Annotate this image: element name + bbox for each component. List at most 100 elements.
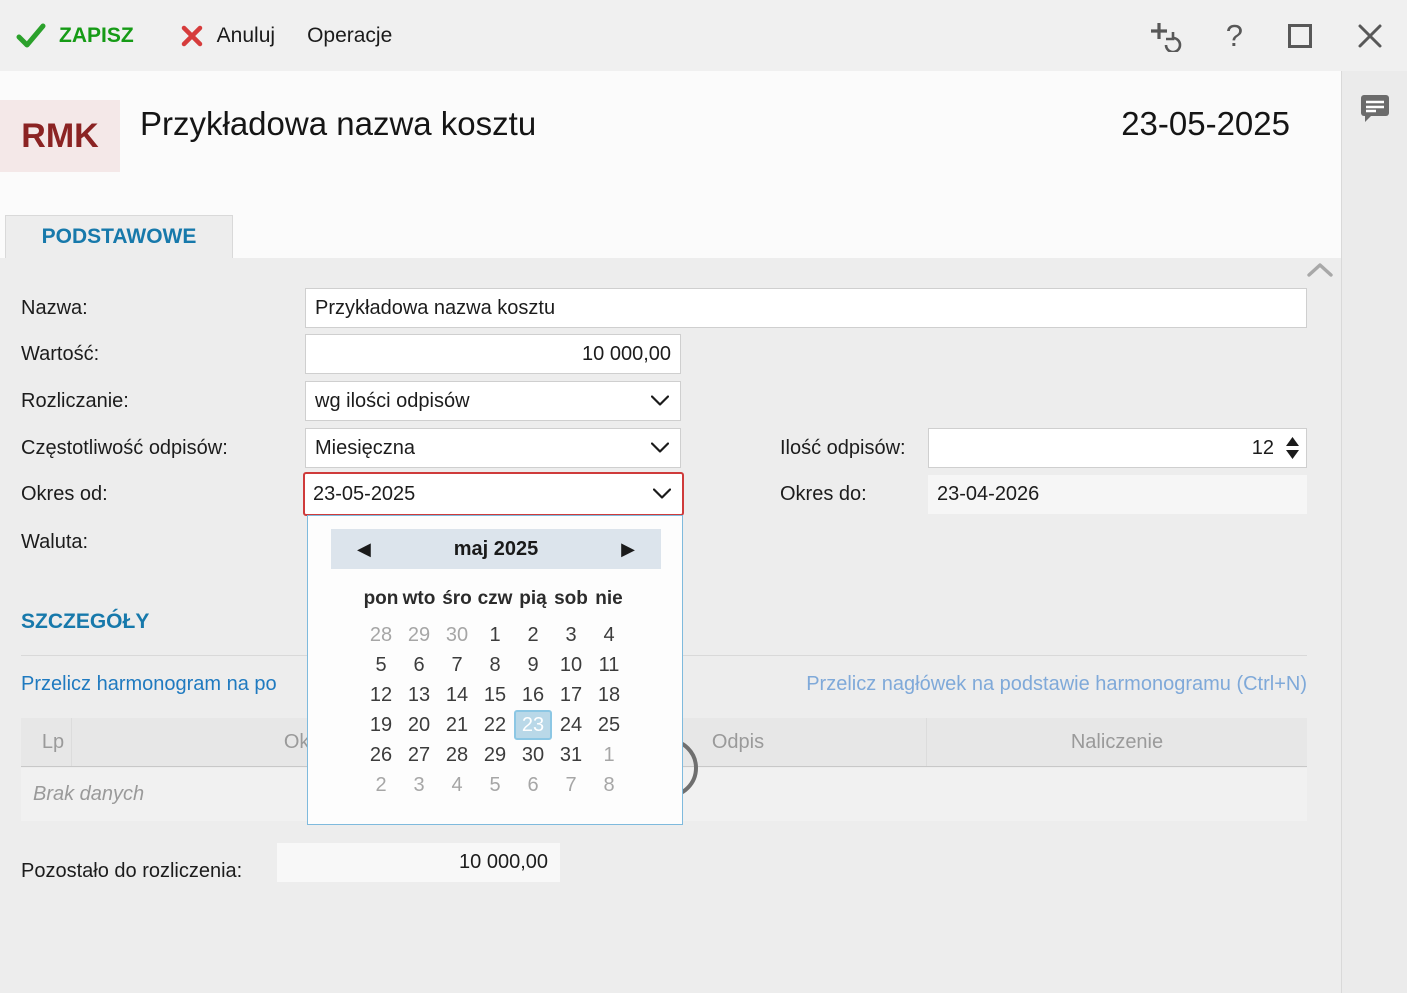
record-type-badge: RMK [0,100,120,172]
calendar-day-cell[interactable]: 30 [438,620,476,650]
calendar-day-cell[interactable]: 8 [476,650,514,680]
ilosc-odpisow-stepper[interactable]: 12 [928,428,1307,468]
maximize-icon [1288,23,1312,48]
calendar-day-cell[interactable]: 16 [514,680,552,710]
calendar-day-cell[interactable]: 30 [514,740,552,770]
calendar-day-cell[interactable]: 3 [400,770,438,800]
calendar-next-month-button[interactable]: ▶ [621,540,635,558]
calendar-day-cell[interactable]: 21 [438,710,476,740]
calendar-day-cell[interactable]: 29 [400,620,438,650]
calendar-day-cell[interactable]: 26 [362,740,400,770]
calendar-day-names: pon wto śro czw pią sob nie [362,586,628,612]
calendar-day-cell[interactable]: 6 [400,650,438,680]
calendar-day-cell[interactable]: 12 [362,680,400,710]
czestotliwosc-value: Miesięczna [315,436,416,459]
stepper-arrows[interactable] [1286,437,1299,459]
rozliczanie-label: Rozliczanie: [21,390,129,412]
nazwa-value: Przykładowa nazwa kosztu [315,296,556,319]
calendar-day-name: pią [519,588,547,609]
calendar-day-cell[interactable]: 15 [476,680,514,710]
calendar-day-cell[interactable]: 31 [552,740,590,770]
stepper-down-icon [1286,450,1299,459]
calendar-day-cell[interactable]: 28 [438,740,476,770]
plus-refresh-icon [1150,22,1182,52]
czestotliwosc-select[interactable]: Miesięczna [305,428,681,468]
details-section-heading: SZCZEGÓŁY [21,610,150,633]
calendar-grid: 28 29 30 1 2 3 4 5 6 7 8 9 10 11 12 13 14 15 16 17 18 19 20 21 2… [362,620,628,800]
recalc-schedule-link[interactable]: Przelicz harmonogram na po [21,673,277,696]
calendar-day-cell[interactable]: 23 [514,710,552,740]
calendar-day-cell[interactable]: 14 [438,680,476,710]
rmk-cost-window: ZAPISZ Anuluj Operacje ? RMK Przykładowa… [0,0,1407,993]
operations-menu-button[interactable]: Operacje [307,24,392,48]
window-buttons: ? [1148,18,1407,54]
calendar-day-cell[interactable]: 7 [552,770,590,800]
calendar-day-cell[interactable]: 5 [476,770,514,800]
save-button[interactable]: ZAPISZ [16,23,134,49]
rozliczanie-select[interactable]: wg ilości odpisów [305,381,681,421]
calendar-prev-month-button[interactable]: ◀ [357,540,371,558]
check-icon [16,23,46,49]
help-button[interactable]: ? [1226,18,1243,54]
calendar-day-name: wto [402,588,436,609]
no-data-text: Brak danych [33,783,145,805]
pozostalo-value: 10 000,00 [459,851,548,873]
calendar-day-cell[interactable]: 11 [590,650,628,680]
calendar-day-name: pon [363,588,399,609]
calendar-day-cell[interactable]: 13 [400,680,438,710]
calendar-day-cell[interactable]: 1 [590,740,628,770]
schedule-column-header: Naliczenie [1070,730,1164,753]
calendar-day-cell[interactable]: 8 [590,770,628,800]
calendar-day-cell[interactable]: 10 [552,650,590,680]
record-date: 23-05-2025 [1121,105,1290,142]
calendar-day-cell[interactable]: 25 [590,710,628,740]
comments-button[interactable] [1358,91,1392,130]
waluta-label: Waluta: [21,531,89,553]
comments-rail [1341,71,1407,993]
calendar-day-cell[interactable]: 19 [362,710,400,740]
toolbar: ZAPISZ Anuluj Operacje ? [0,0,1407,71]
calendar-day-cell[interactable]: 5 [362,650,400,680]
recalc-header-link[interactable]: Przelicz nagłówek na podstawie harmonogr… [806,673,1307,696]
calendar-day-cell[interactable]: 2 [362,770,400,800]
wartosc-input[interactable]: 10 000,00 [305,334,681,374]
schedule-column-header: Lp [21,718,72,766]
calendar-day-cell[interactable]: 20 [400,710,438,740]
wartosc-label: Wartość: [21,343,100,365]
okres-do-value: 23-04-2026 [937,483,1040,505]
calendar-day-cell[interactable]: 2 [514,620,552,650]
maximize-button[interactable] [1287,23,1313,49]
calendar-day-cell[interactable]: 9 [514,650,552,680]
chevron-down-icon [652,483,672,506]
nazwa-input[interactable]: Przykładowa nazwa kosztu [305,288,1307,328]
calendar-day-cell[interactable]: 1 [476,620,514,650]
new-window-refresh-button[interactable] [1148,20,1182,52]
scroll-up-indicator[interactable] [1306,262,1334,283]
calendar-day-cell[interactable]: 4 [590,620,628,650]
pozostalo-label: Pozostało do rozliczenia: [21,860,243,882]
calendar-day-cell[interactable]: 27 [400,740,438,770]
calendar-day-name: czw [477,588,513,609]
calendar-day-cell[interactable]: 4 [438,770,476,800]
calendar-day-cell[interactable]: 29 [476,740,514,770]
calendar-day-cell[interactable]: 17 [552,680,590,710]
ilosc-odpisow-value: 12 [1251,436,1274,459]
calendar-day-cell[interactable]: 28 [362,620,400,650]
calendar-day-cell[interactable]: 18 [590,680,628,710]
calendar-day-cell[interactable]: 3 [552,620,590,650]
chevron-down-icon [650,390,670,413]
calendar-day-cell[interactable]: 6 [514,770,552,800]
tab-podstawowe[interactable]: PODSTAWOWE [5,215,233,258]
calendar-day-cell[interactable]: 22 [476,710,514,740]
cancel-x-icon [180,24,204,48]
ilosc-odpisow-label: Ilość odpisów: [780,437,906,459]
stepper-up-icon [1286,437,1299,446]
close-button[interactable] [1357,23,1383,49]
close-icon [1358,24,1382,47]
nazwa-label: Nazwa: [21,297,88,319]
okres-od-value: 23-05-2025 [313,482,416,505]
cancel-button[interactable]: Anuluj [180,24,275,48]
calendar-day-cell[interactable]: 24 [552,710,590,740]
okres-od-select[interactable]: 23-05-2025 [303,472,684,516]
calendar-day-cell[interactable]: 7 [438,650,476,680]
